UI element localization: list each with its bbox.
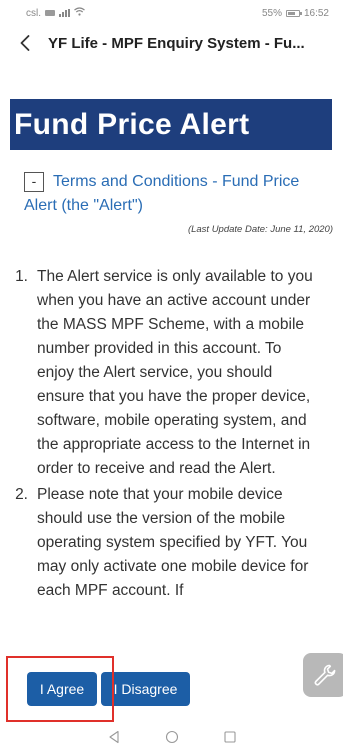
triangle-back-icon	[108, 730, 119, 743]
collapse-button[interactable]: -	[24, 171, 44, 192]
battery-percent: 55%	[261, 7, 282, 19]
list-item: 2. Please note that your mobile device s…	[0, 483, 343, 603]
status-right: 55% 16:52	[262, 8, 329, 19]
status-bar: csl. 55% 16:52	[0, 0, 343, 26]
square-recent-icon	[223, 730, 236, 743]
list-item-text: The Alert service is only available to y…	[37, 268, 313, 477]
last-update-date: (Last Update Date: June 11, 2020)	[187, 224, 333, 235]
terms-list: 1. The Alert service is only available t…	[0, 265, 343, 603]
carrier-icon	[45, 10, 55, 16]
chevron-left-icon[interactable]	[20, 33, 40, 53]
page-title: YF Life - MPF Enquiry System - Fu...	[48, 34, 305, 52]
wrench-icon	[314, 664, 336, 686]
wrench-button[interactable]	[303, 653, 343, 697]
carrier-label: csl.	[26, 7, 41, 19]
status-left: csl.	[26, 7, 85, 19]
signal-icon	[59, 9, 70, 17]
terms-heading-link[interactable]: Terms and Conditions - Fund Price Alert …	[24, 173, 299, 214]
navigation-bar	[0, 724, 343, 749]
list-item-number: 1.	[15, 268, 28, 285]
list-item-number: 2.	[15, 486, 28, 503]
nav-back-button[interactable]	[106, 729, 122, 745]
wifi-icon	[74, 7, 85, 19]
screen: csl. 55% 16:52 YF Life - MPF Enquiry Sys…	[0, 0, 343, 749]
terms-content[interactable]: - Terms and Conditions - Fund Price Alert…	[0, 160, 343, 620]
disagree-button[interactable]: I Disagree	[101, 672, 190, 706]
fund-price-alert-banner: Fund Price Alert	[10, 99, 332, 150]
agree-button[interactable]: I Agree	[27, 672, 97, 706]
clock: 16:52	[303, 7, 329, 19]
battery-icon	[285, 9, 302, 17]
nav-home-button[interactable]	[164, 729, 180, 745]
list-item-text: Please note that your mobile device shou…	[37, 486, 309, 599]
nav-recent-button[interactable]	[222, 729, 238, 745]
circle-home-icon	[165, 730, 178, 743]
terms-heading: - Terms and Conditions - Fund Price Alert…	[24, 170, 325, 218]
list-item: 1. The Alert service is only available t…	[0, 265, 343, 481]
app-header: YF Life - MPF Enquiry System - Fu...	[0, 26, 343, 60]
